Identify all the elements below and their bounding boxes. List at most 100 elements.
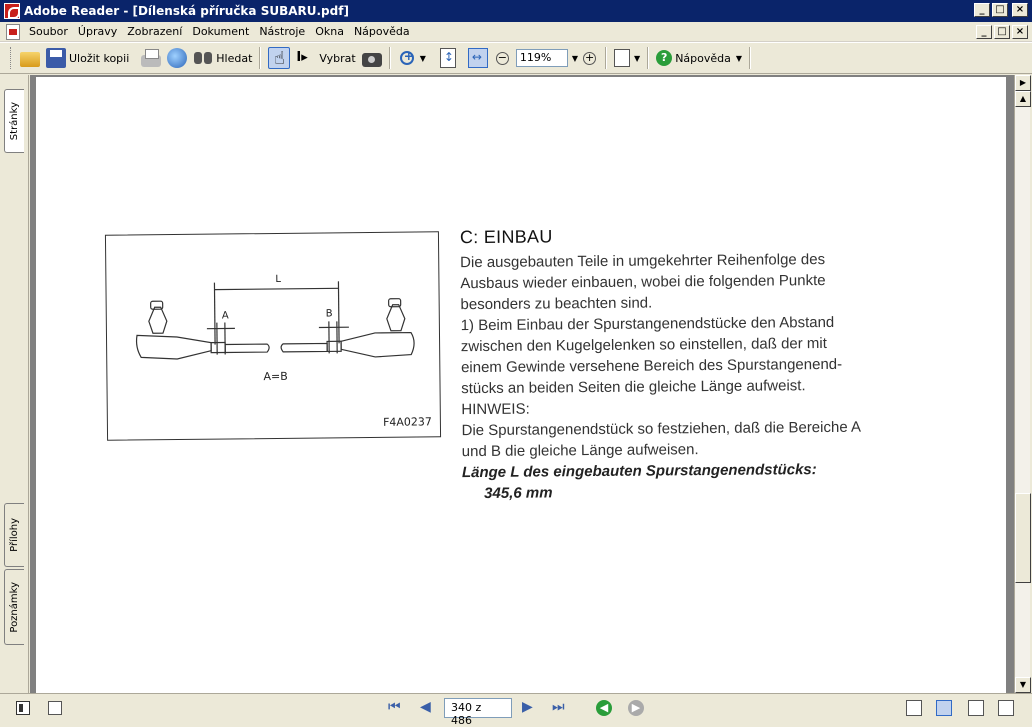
next-page-icon[interactable]: ▶	[522, 699, 533, 715]
next-view-icon[interactable]: ▶	[628, 700, 644, 716]
doc-minimize-button[interactable]: _	[976, 25, 992, 39]
save-icon	[46, 48, 66, 68]
zoom-in-button-icon[interactable]: +	[583, 52, 596, 65]
fit-width-button[interactable]	[465, 46, 491, 70]
continuous-page-icon[interactable]	[936, 700, 952, 716]
zoom-out-icon[interactable]: −	[496, 52, 509, 65]
open-button[interactable]	[17, 46, 43, 70]
single-page-icon[interactable]	[906, 700, 922, 716]
toolbar-grip[interactable]	[10, 47, 13, 69]
page-number-input[interactable]: 340 z 486	[444, 698, 512, 718]
document-text: C: EINBAU Die ausgebauten Teile in umgek…	[460, 223, 962, 504]
chevron-down-icon[interactable]: ▼	[420, 54, 426, 63]
tab-pages[interactable]: Stránky	[4, 89, 24, 153]
email-button[interactable]	[164, 46, 190, 70]
title-bar: Adobe Reader - [Dílenská příručka SUBARU…	[0, 0, 1032, 22]
menu-napoveda[interactable]: Nápověda	[349, 25, 415, 38]
doc-close-button[interactable]: ×	[1012, 25, 1028, 39]
tab-pages-label: Stránky	[9, 102, 20, 140]
folder-open-icon	[20, 52, 40, 67]
text-select-icon	[296, 48, 316, 68]
tab-comments-label: Poznámky	[9, 582, 20, 633]
figure-label-a-equals-b: A=B	[263, 370, 287, 383]
menu-zobrazeni[interactable]: Zobrazení	[122, 25, 187, 38]
chevron-down-icon[interactable]: ▼	[634, 54, 640, 63]
document-icon[interactable]	[6, 24, 20, 40]
tie-rod-figure: L A B A=B F4A0237	[105, 231, 441, 440]
tie-rod-drawing	[106, 232, 442, 441]
first-page-icon[interactable]: ⏮	[388, 699, 401, 715]
status-bar: ⏮ ◀ 340 z 486 ▶ ⏭ ◀ ▶	[0, 693, 1032, 723]
maximize-button[interactable]: □	[992, 3, 1008, 17]
window-title: Adobe Reader - [Dílenská příručka SUBARU…	[24, 4, 349, 18]
figure-label-a: A	[222, 310, 229, 321]
navigation-panel: Stránky Přílohy Poznámky	[0, 75, 29, 693]
printer-icon	[141, 55, 161, 67]
menu-okna[interactable]: Okna	[310, 25, 349, 38]
scroll-up-icon[interactable]: ▲	[1015, 91, 1031, 107]
fit-width-icon	[468, 48, 488, 68]
help-button[interactable]: ? Nápověda ▼	[653, 46, 745, 70]
previous-view-icon[interactable]: ◀	[596, 700, 612, 716]
document-view[interactable]: L A B A=B F4A0237 C: EINBAU Die ausgebau…	[30, 75, 1014, 693]
toolbar-separator	[605, 47, 607, 69]
print-button[interactable]	[138, 46, 164, 70]
menu-nastroje[interactable]: Nástroje	[254, 25, 310, 38]
zoom-level-input[interactable]: 119%	[516, 49, 568, 67]
document-properties-icon[interactable]	[48, 701, 62, 715]
camera-icon	[362, 53, 382, 67]
menu-upravy[interactable]: Úpravy	[73, 25, 122, 38]
toolbar-separator	[647, 47, 649, 69]
facing-pages-icon[interactable]	[968, 700, 984, 716]
scroll-options-icon[interactable]: ▶	[1015, 75, 1031, 91]
fit-page-icon	[440, 48, 456, 68]
toolbar: Uložit kopii Hledat Vybrat ▼ − 119% ▼ + …	[0, 42, 1032, 74]
scroll-down-icon[interactable]: ▼	[1015, 677, 1031, 693]
pdf-page[interactable]: L A B A=B F4A0237 C: EINBAU Die ausgebau…	[36, 77, 1006, 693]
menu-dokument[interactable]: Dokument	[187, 25, 254, 38]
hand-icon	[268, 47, 290, 69]
vertical-scrollbar[interactable]: ▶ ▲ ▼	[1014, 75, 1030, 693]
pages-icon	[614, 49, 630, 67]
search-button[interactable]: Hledat	[190, 46, 255, 70]
doc-restore-button[interactable]: □	[994, 25, 1010, 39]
select-label: Vybrat	[319, 52, 355, 65]
previous-page-icon[interactable]: ◀	[420, 699, 431, 715]
fit-page-button[interactable]	[437, 46, 459, 70]
help-icon: ?	[656, 50, 672, 66]
zoom-tool-button[interactable]: ▼	[395, 46, 429, 70]
adobe-reader-icon	[4, 3, 20, 19]
save-copy-button[interactable]: Uložit kopii	[43, 46, 132, 70]
minimize-button[interactable]: _	[974, 3, 990, 17]
zoom-dropdown-icon[interactable]: ▼	[572, 54, 578, 63]
menu-soubor[interactable]: Soubor	[24, 25, 73, 38]
continuous-facing-icon[interactable]	[998, 700, 1014, 716]
save-copy-label: Uložit kopii	[69, 52, 129, 65]
panel-toggle-icon[interactable]	[16, 701, 30, 715]
chevron-down-icon[interactable]: ▼	[736, 54, 742, 63]
last-page-icon[interactable]: ⏭	[552, 699, 565, 715]
menu-bar: Soubor Úpravy Zobrazení Dokument Nástroj…	[0, 22, 1032, 42]
figure-code: F4A0237	[383, 415, 432, 429]
email-icon	[167, 48, 187, 68]
select-tool-button[interactable]: Vybrat	[293, 46, 358, 70]
toolbar-separator	[749, 47, 751, 69]
section-heading: C: EINBAU	[460, 223, 960, 248]
snapshot-button[interactable]	[359, 46, 385, 70]
close-button[interactable]: ×	[1012, 3, 1028, 17]
toolbar-separator	[259, 47, 261, 69]
scroll-thumb[interactable]	[1015, 493, 1031, 583]
toolbar-separator	[389, 47, 391, 69]
spec-value: 345,6 mm	[462, 479, 962, 504]
tab-comments[interactable]: Poznámky	[4, 569, 24, 645]
help-label: Nápověda	[675, 52, 731, 65]
tab-attachments[interactable]: Přílohy	[4, 503, 24, 567]
search-label: Hledat	[216, 52, 252, 65]
figure-label-l: L	[275, 274, 281, 285]
figure-label-b: B	[326, 308, 333, 319]
binoculars-icon	[193, 48, 213, 68]
zoom-in-icon	[400, 51, 414, 65]
page-layout-button[interactable]: ▼	[611, 46, 643, 70]
tab-attachments-label: Přílohy	[9, 518, 20, 552]
hand-tool-button[interactable]	[265, 46, 293, 70]
